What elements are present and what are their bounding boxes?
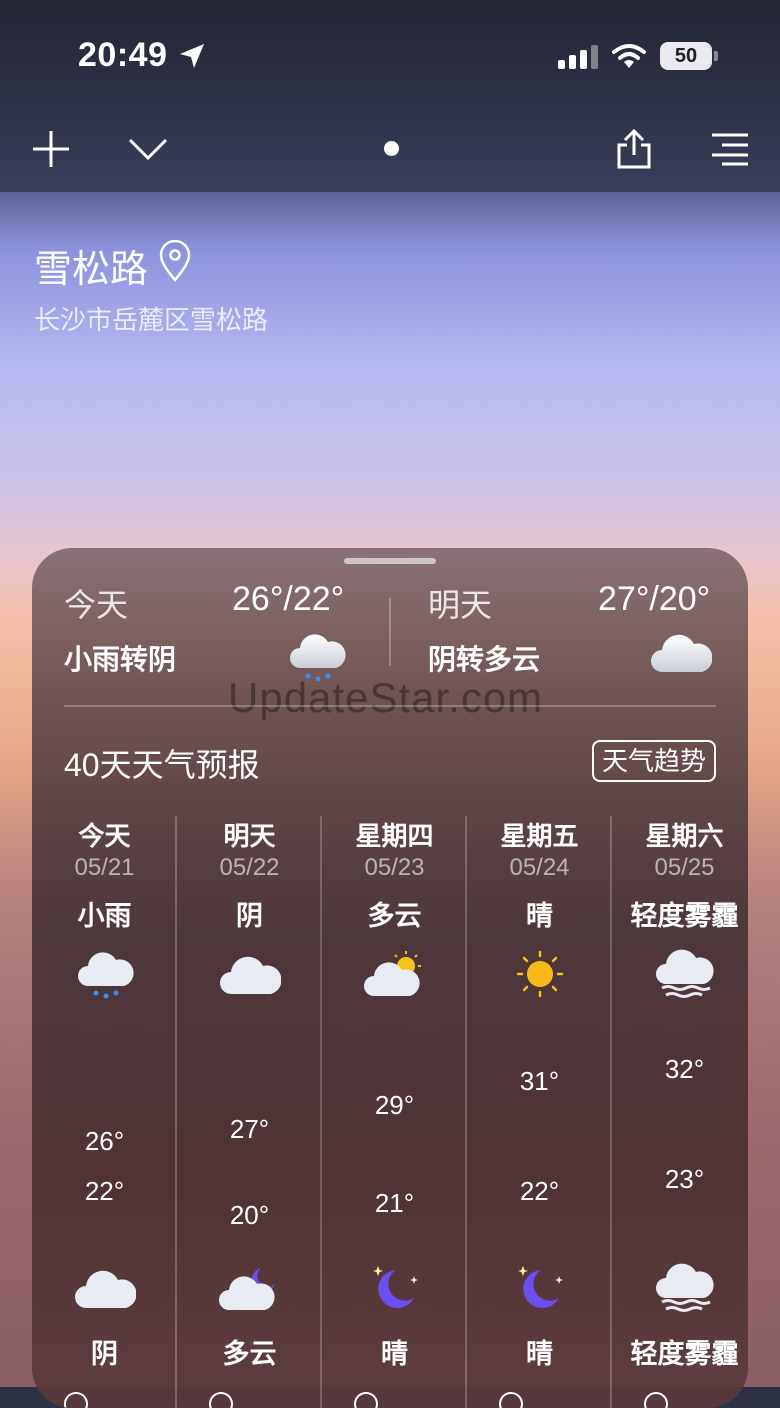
night-condition: 晴 <box>526 1339 553 1369</box>
wifi-icon <box>612 44 646 68</box>
high-temp: 31° <box>519 1066 560 1096</box>
forecast-title: 40天天气预报 <box>64 747 260 783</box>
night-condition: 晴 <box>381 1339 408 1369</box>
menu-button[interactable] <box>706 126 754 172</box>
battery-indicator: 50 <box>660 42 712 70</box>
sun-cloud-icon <box>364 951 421 996</box>
chevron-down-icon <box>128 138 168 161</box>
today-temps: 26°/22° <box>232 580 345 618</box>
location-arrow-icon <box>180 44 204 68</box>
add-city-button[interactable] <box>27 126 75 172</box>
summary-separator <box>64 705 716 707</box>
moon-icon <box>518 1266 563 1308</box>
battery-tip <box>714 51 718 61</box>
day-condition: 晴 <box>526 901 553 931</box>
sun-icon <box>516 950 564 998</box>
precip-icon <box>499 1392 523 1408</box>
drag-handle[interactable] <box>344 558 436 564</box>
low-temp: 23° <box>664 1164 705 1194</box>
location-address: 长沙市岳麓区雪松路 <box>34 305 269 335</box>
day-name: 星期六 <box>645 821 724 851</box>
precip-icon <box>644 1392 668 1408</box>
map-pin-icon[interactable] <box>158 240 192 282</box>
day-condition: 轻度雾霾 <box>630 901 739 931</box>
cloud-icon <box>651 634 712 672</box>
location-name: 雪松路 <box>34 249 149 291</box>
forecast-day-column[interactable]: 星期四 05/23 多云 29° 21° 晴 <box>322 810 467 1408</box>
forecast-day-column[interactable]: 今天 05/21 小雨 26° 22° 阴 <box>32 810 177 1408</box>
top-bar: 20:49 50 <box>0 0 780 192</box>
summary-divider <box>389 598 391 666</box>
high-temp: 29° <box>374 1090 415 1120</box>
day-condition: 小雨 <box>77 901 132 931</box>
rain-cloud-icon <box>78 952 134 999</box>
cloud-icon <box>75 1270 136 1308</box>
tomorrow-temps: 27°/20° <box>598 580 711 618</box>
low-temp: 21° <box>374 1188 415 1218</box>
today-desc: 小雨转阴 <box>64 644 177 675</box>
night-condition: 轻度雾霾 <box>630 1339 739 1369</box>
high-temp: 26° <box>84 1126 125 1156</box>
forecast-day-column[interactable]: 星期五 05/24 晴 31° 22° 晴 <box>467 810 612 1408</box>
page-indicator-dot <box>384 141 399 156</box>
forecast-panel: 今天 26°/22° 小雨转阴 明天 27°/20° 阴转多云 UpdateSt… <box>32 548 748 1408</box>
status-time: 20:49 <box>78 36 168 74</box>
night-condition: 多云 <box>222 1339 277 1369</box>
share-button[interactable] <box>610 126 658 172</box>
day-date: 05/25 <box>654 854 715 881</box>
day-name: 明天 <box>223 821 276 851</box>
low-temp: 20° <box>229 1200 270 1230</box>
forecast-day-column[interactable]: 明天 05/22 阴 27° 20° 多云 <box>177 810 322 1408</box>
city-dropdown-button[interactable] <box>124 126 172 172</box>
day-date: 05/23 <box>364 854 425 881</box>
night-condition: 阴 <box>91 1339 118 1369</box>
day-name: 星期五 <box>500 821 579 851</box>
day-condition: 多云 <box>367 901 422 931</box>
low-temp: 22° <box>84 1176 125 1206</box>
cellular-signal-icon <box>558 45 598 69</box>
precip-icon <box>64 1392 88 1408</box>
moon-icon <box>373 1266 418 1308</box>
plus-icon <box>33 131 69 167</box>
haze-icon <box>656 1263 714 1312</box>
haze-icon <box>656 949 714 998</box>
weather-trend-button[interactable]: 天气趋势 <box>592 740 716 782</box>
forecast-day-column[interactable]: 星期六 05/25 轻度雾霾 32° 23° 轻度雾霾 <box>612 810 748 1408</box>
day-name: 今天 <box>78 821 131 851</box>
day-date: 05/22 <box>219 854 280 881</box>
high-temp: 27° <box>229 1114 270 1144</box>
day-name: 星期四 <box>355 821 434 851</box>
tomorrow-desc: 阴转多云 <box>428 644 541 675</box>
precip-icon <box>209 1392 233 1408</box>
watermark: UpdateStar.com <box>228 674 544 721</box>
today-label: 今天 <box>64 587 129 623</box>
cloud-moon-icon <box>219 1268 275 1310</box>
low-temp: 22° <box>519 1176 560 1206</box>
share-icon <box>617 129 651 169</box>
high-temp: 32° <box>664 1054 705 1084</box>
cloud-icon <box>220 956 281 994</box>
tomorrow-label: 明天 <box>428 587 493 623</box>
menu-icon <box>712 133 748 166</box>
precip-icon <box>354 1392 378 1408</box>
day-condition: 阴 <box>236 901 263 931</box>
day-date: 05/21 <box>74 854 135 881</box>
day-date: 05/24 <box>509 854 570 881</box>
